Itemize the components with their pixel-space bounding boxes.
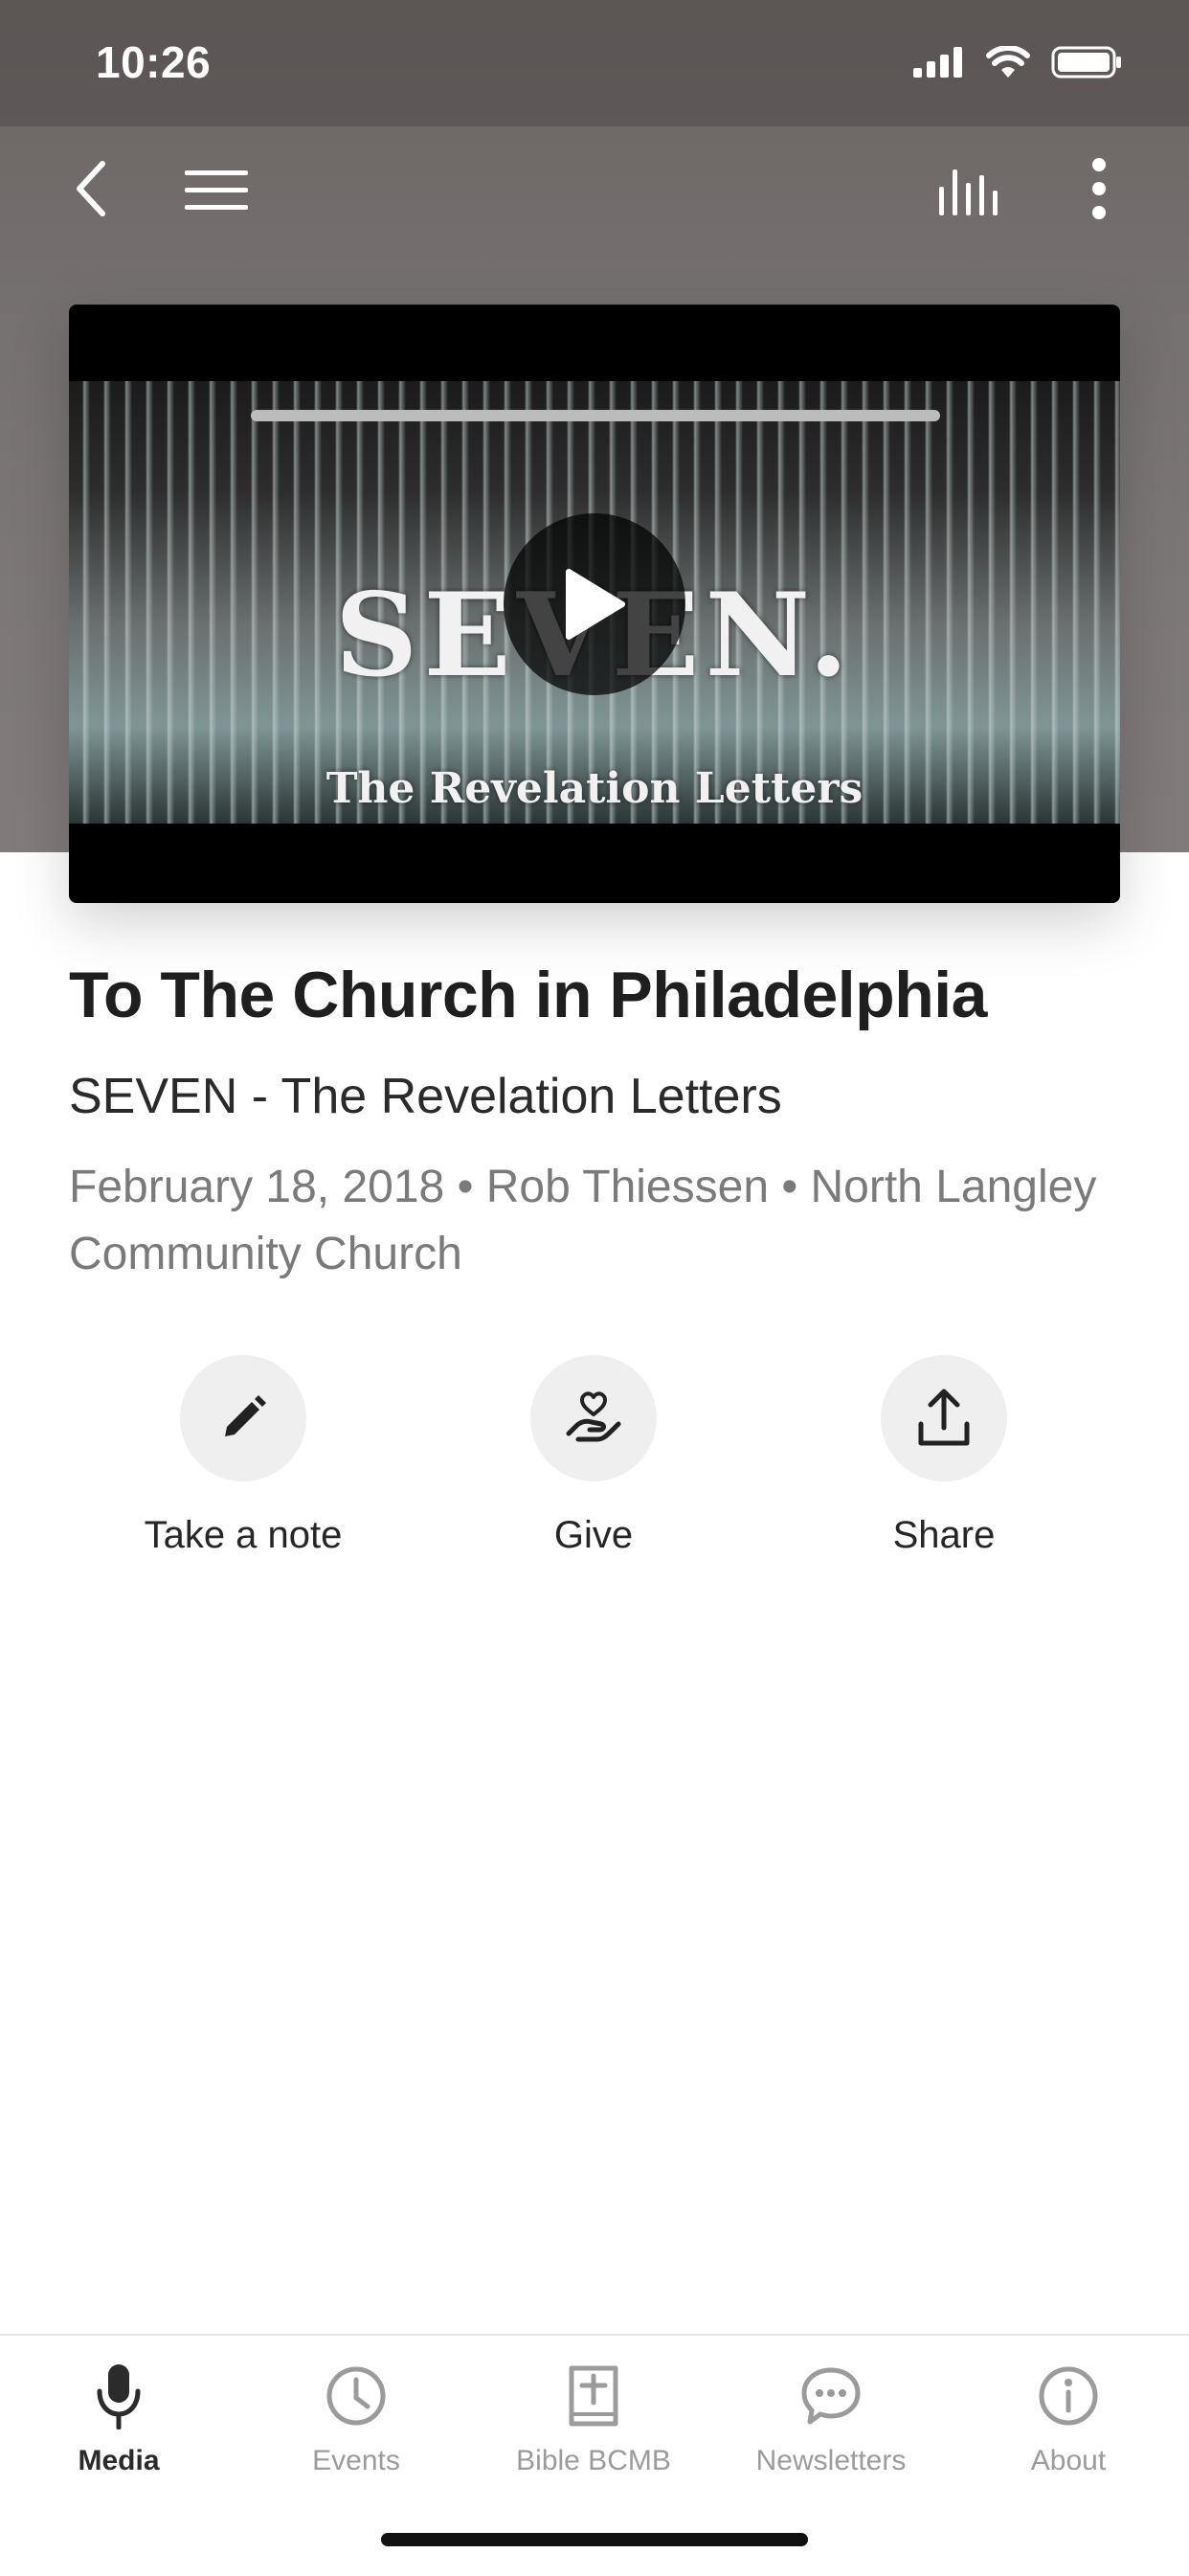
info-icon bbox=[1039, 2366, 1098, 2426]
menu-button[interactable] bbox=[178, 157, 255, 224]
audio-button[interactable] bbox=[933, 155, 1010, 222]
take-note-action[interactable]: Take a note bbox=[71, 1355, 415, 1557]
clock-icon bbox=[326, 2366, 386, 2426]
tab-events-label: Events bbox=[312, 2445, 400, 2476]
bible-icon bbox=[569, 2365, 618, 2427]
heart-hand-icon bbox=[566, 1391, 621, 1442]
play-icon bbox=[566, 569, 625, 640]
home-indicator bbox=[381, 2533, 808, 2546]
media-meta: February 18, 2018 • Rob Thiessen • North… bbox=[69, 1162, 1097, 1279]
give-button[interactable] bbox=[530, 1355, 657, 1481]
media-title: To The Church in Philadelphia bbox=[69, 959, 987, 1031]
nav-bar bbox=[0, 126, 1189, 251]
tab-newsletters-label: Newsletters bbox=[755, 2445, 907, 2476]
chevron-left-icon bbox=[77, 161, 105, 216]
video-player[interactable]: SEVEN. The Revelation Letters bbox=[69, 305, 1120, 903]
tab-media[interactable]: Media bbox=[0, 2357, 237, 2477]
give-label: Give bbox=[553, 1514, 634, 1556]
share-icon bbox=[918, 1389, 970, 1446]
audio-bars-icon bbox=[939, 169, 998, 215]
wifi-icon bbox=[986, 46, 1030, 78]
more-vertical-icon bbox=[1092, 158, 1106, 219]
tab-events[interactable]: Events bbox=[237, 2357, 475, 2477]
give-action[interactable]: Give bbox=[421, 1355, 766, 1557]
share-button[interactable] bbox=[881, 1355, 1007, 1481]
microphone-icon bbox=[97, 2364, 141, 2429]
more-options-button[interactable] bbox=[1072, 155, 1126, 222]
signal-icon bbox=[913, 47, 962, 78]
play-button[interactable] bbox=[504, 513, 685, 695]
status-bar: 10:26 bbox=[0, 0, 1189, 126]
tab-about[interactable]: About bbox=[950, 2357, 1187, 2477]
pencil-icon bbox=[225, 1395, 266, 1436]
tab-about-label: About bbox=[1030, 2445, 1107, 2476]
share-label: Share bbox=[892, 1514, 996, 1556]
thumbnail-decoration bbox=[251, 410, 940, 421]
status-icons bbox=[913, 46, 1122, 79]
tab-bible[interactable]: Bible BCMB bbox=[475, 2357, 712, 2477]
take-note-button[interactable] bbox=[180, 1355, 306, 1481]
chat-bubble-icon bbox=[801, 2367, 861, 2425]
thumbnail-subtitle: The Revelation Letters bbox=[325, 764, 864, 813]
back-button[interactable] bbox=[57, 155, 124, 222]
hamburger-icon bbox=[185, 170, 248, 210]
battery-icon bbox=[1051, 46, 1121, 79]
tab-bible-label: Bible BCMB bbox=[516, 2445, 671, 2476]
take-note-label: Take a note bbox=[144, 1514, 343, 1556]
media-series[interactable]: SEVEN - The Revelation Letters bbox=[69, 1068, 782, 1125]
tab-media-label: Media bbox=[78, 2445, 160, 2476]
share-action[interactable]: Share bbox=[772, 1355, 1116, 1557]
tab-newsletters[interactable]: Newsletters bbox=[712, 2357, 950, 2477]
status-time: 10:26 bbox=[96, 37, 212, 87]
